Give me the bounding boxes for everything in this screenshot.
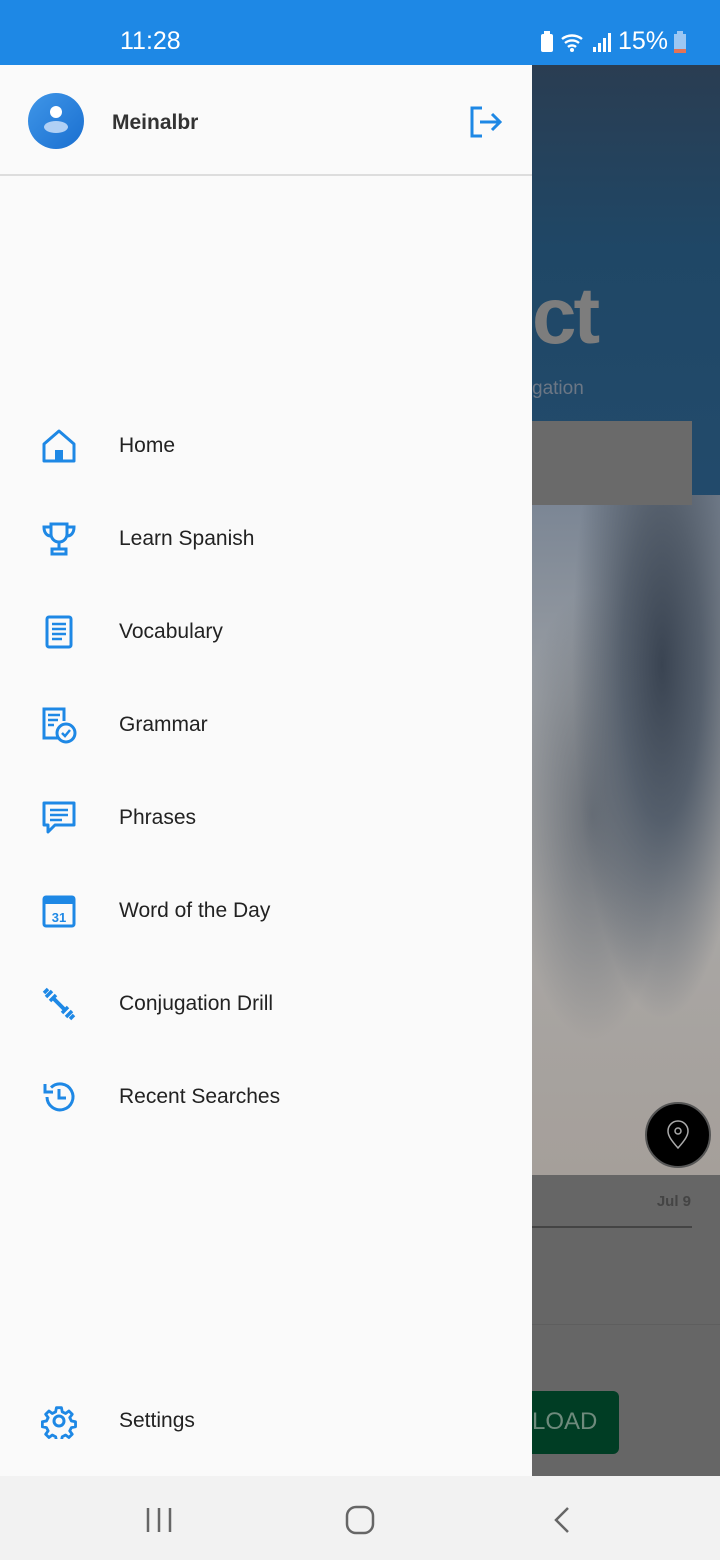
- date-label: Jul 9: [656, 1193, 691, 1210]
- drawer-item-grammar[interactable]: Grammar: [0, 690, 532, 760]
- dumbbell-icon: [42, 987, 75, 1021]
- hero-title: ct: [532, 271, 600, 360]
- drawer-item-word-of-the-day[interactable]: 31 Word of the Day: [0, 876, 532, 946]
- system-navigation-bar: [0, 1476, 720, 1560]
- gear-icon: [40, 1406, 77, 1439]
- history-icon: [43, 1082, 74, 1112]
- drawer-item-label: Word of the Day: [119, 899, 271, 922]
- drawer-item-label: Learn Spanish: [119, 527, 255, 550]
- logout-icon[interactable]: [468, 105, 504, 139]
- avatar[interactable]: [28, 93, 84, 149]
- drawer-item-label: Grammar: [119, 713, 208, 736]
- home-button-icon[interactable]: [345, 1505, 375, 1535]
- status-time: 11:28: [120, 27, 181, 55]
- drawer-item-settings[interactable]: Settings: [0, 1386, 532, 1456]
- mountain-image: [532, 495, 720, 1175]
- calendar-icon: 31: [42, 895, 75, 928]
- chat-icon: [42, 801, 75, 834]
- hero-subtitle: gation: [532, 378, 584, 399]
- trophy-icon: [41, 522, 76, 556]
- drawer-item-label: Home: [119, 434, 176, 457]
- background-screen: ct gation Jul 9 LOAD: [532, 65, 720, 1476]
- drawer-item-conjugation-drill[interactable]: Conjugation Drill: [0, 969, 532, 1039]
- svg-text:31: 31: [51, 910, 65, 925]
- drawer-item-recent-searches[interactable]: Recent Searches: [0, 1062, 532, 1132]
- drawer-item-learn-spanish[interactable]: Learn Spanish: [0, 504, 532, 574]
- home-icon: [42, 429, 75, 463]
- drawer-item-label: Vocabulary: [119, 620, 223, 643]
- back-icon[interactable]: [552, 1506, 572, 1534]
- book-icon: [45, 615, 72, 649]
- status-bar: 11:28 15%: [0, 0, 720, 65]
- signal-icon: [592, 32, 611, 52]
- drawer-item-label: Settings: [119, 1409, 195, 1432]
- battery-icon: [674, 30, 686, 53]
- drawer-item-vocabulary[interactable]: Vocabulary: [0, 597, 532, 667]
- navigation-drawer: Meinalbr Home Learn Spanish Vocabulary G…: [0, 65, 532, 1476]
- location-button[interactable]: [645, 1102, 711, 1168]
- drawer-item-label: Phrases: [119, 806, 197, 829]
- drawer-item-label: Recent Searches: [119, 1085, 281, 1108]
- drawer-item-phrases[interactable]: Phrases: [0, 783, 532, 853]
- drawer-item-label: Conjugation Drill: [119, 992, 274, 1015]
- location-pin-icon: [667, 1120, 689, 1150]
- grammar-check-icon: [42, 707, 76, 744]
- recent-apps-icon[interactable]: [145, 1507, 173, 1533]
- wifi-icon: [561, 33, 583, 52]
- battery-saver-icon: [540, 30, 553, 52]
- user-name: Meinalbr: [112, 111, 199, 134]
- download-button: LOAD: [532, 1391, 619, 1454]
- drawer-item-home[interactable]: Home: [0, 411, 532, 481]
- search-box: [532, 421, 692, 505]
- battery-percent: 15%: [617, 27, 668, 55]
- drawer-header: Meinalbr: [0, 65, 532, 176]
